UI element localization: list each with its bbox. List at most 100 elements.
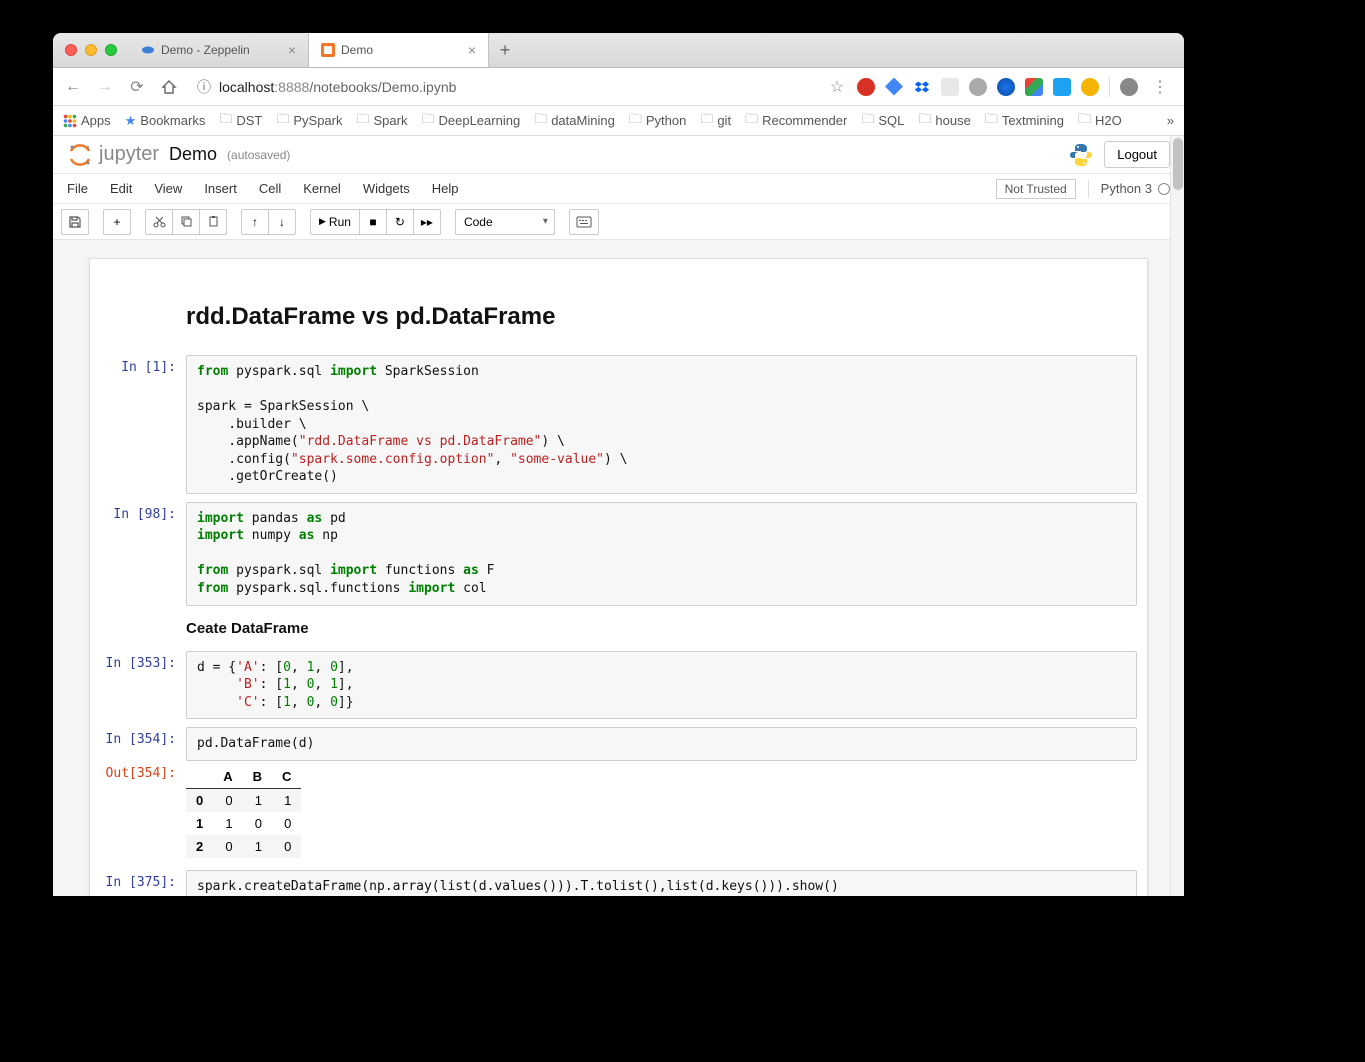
- scrollbar[interactable]: [1170, 136, 1184, 896]
- code-cell[interactable]: In [1]: from pyspark.sql import SparkSes…: [90, 351, 1147, 498]
- menu-edit[interactable]: Edit: [110, 181, 132, 196]
- extension-icon[interactable]: [969, 78, 987, 96]
- extension-icon[interactable]: [941, 78, 959, 96]
- extension-icons: ⋮: [857, 75, 1176, 99]
- extension-icon[interactable]: [997, 78, 1015, 96]
- row-index: 1: [186, 812, 213, 835]
- paste-button[interactable]: [199, 209, 227, 235]
- add-cell-button[interactable]: +: [103, 209, 131, 235]
- cut-button[interactable]: [145, 209, 173, 235]
- menu-widgets[interactable]: Widgets: [363, 181, 410, 196]
- save-button[interactable]: [61, 209, 89, 235]
- notebook-area[interactable]: rdd.DataFrame vs pd.DataFrame In [1]: fr…: [53, 240, 1184, 896]
- code-input[interactable]: d = {'A': [0, 1, 0], 'B': [1, 0, 1], 'C'…: [186, 651, 1137, 720]
- bm-label: house: [935, 113, 970, 128]
- markdown-cell[interactable]: rdd.DataFrame vs pd.DataFrame: [90, 287, 1147, 351]
- bm-sql[interactable]: 🗀SQL: [861, 110, 904, 132]
- jupyter-logo[interactable]: jupyter: [67, 142, 159, 168]
- cell-value: 0: [213, 835, 242, 858]
- code-cell[interactable]: In [375]: spark.createDataFrame(np.array…: [90, 866, 1147, 896]
- markdown-cell[interactable]: Ceate DataFrame: [90, 610, 1147, 647]
- bm-spark[interactable]: 🗀Spark: [357, 110, 408, 132]
- code-input[interactable]: from pyspark.sql import SparkSession spa…: [186, 355, 1137, 494]
- code-input[interactable]: spark.createDataFrame(np.array(list(d.va…: [186, 870, 1137, 896]
- code-input[interactable]: pd.DataFrame(d): [186, 727, 1137, 761]
- code-input[interactable]: import pandas as pd import numpy as np f…: [186, 502, 1137, 606]
- bookmark-star-icon[interactable]: ☆: [825, 75, 849, 99]
- menu-view[interactable]: View: [154, 181, 182, 196]
- maximize-window-button[interactable]: [105, 44, 117, 56]
- site-info-icon[interactable]: ⓘ: [197, 77, 211, 97]
- kernel-indicator[interactable]: Python 3: [1101, 181, 1170, 196]
- bm-python[interactable]: 🗀Python: [629, 110, 687, 132]
- reload-button[interactable]: ⟳: [125, 75, 149, 99]
- browser-tab-zeppelin[interactable]: Demo - Zeppelin ×: [129, 33, 309, 67]
- notebook-title[interactable]: Demo: [169, 144, 217, 165]
- extension-icon[interactable]: [857, 78, 875, 96]
- menu-help[interactable]: Help: [432, 181, 459, 196]
- back-button[interactable]: ←: [61, 75, 85, 99]
- bm-house[interactable]: 🗀house: [918, 110, 970, 132]
- extension-icon[interactable]: [1081, 78, 1099, 96]
- cell-type-select[interactable]: Code: [455, 209, 555, 235]
- menu-cell[interactable]: Cell: [259, 181, 281, 196]
- extension-icon[interactable]: [885, 78, 903, 96]
- bm-textmining[interactable]: 🗀Textmining: [985, 110, 1064, 132]
- close-tab-icon[interactable]: ×: [468, 42, 476, 58]
- new-tab-button[interactable]: +: [489, 33, 521, 67]
- close-tab-icon[interactable]: ×: [288, 42, 296, 58]
- bm-dst[interactable]: 🗀DST: [219, 110, 262, 132]
- move-up-button[interactable]: ↑: [241, 209, 269, 235]
- command-palette-button[interactable]: [569, 209, 599, 235]
- row-index: 2: [186, 835, 213, 858]
- apps-button[interactable]: Apps: [63, 113, 111, 128]
- minimize-window-button[interactable]: [85, 44, 97, 56]
- bm-label: git: [717, 113, 731, 128]
- bm-h2o[interactable]: 🗀H2O: [1078, 110, 1122, 132]
- interrupt-button[interactable]: ■: [359, 209, 387, 235]
- run-button[interactable]: ▶Run: [310, 209, 360, 235]
- logout-button[interactable]: Logout: [1104, 141, 1170, 168]
- close-window-button[interactable]: [65, 44, 77, 56]
- trust-indicator[interactable]: Not Trusted: [996, 179, 1076, 199]
- bm-label: SQL: [878, 113, 904, 128]
- zeppelin-favicon: [141, 43, 155, 57]
- in-prompt: In [353]:: [90, 651, 186, 720]
- output-cell: Out[354]: ABC 0011 1100 2010: [90, 761, 1147, 866]
- forward-button[interactable]: →: [93, 75, 117, 99]
- restart-run-all-button[interactable]: ▸▸: [413, 209, 441, 235]
- heading: rdd.DataFrame vs pd.DataFrame: [186, 295, 1137, 343]
- browser-tab-demo[interactable]: Demo ×: [309, 33, 489, 67]
- cell-value: 0: [213, 788, 242, 812]
- bookmarks-overflow[interactable]: »: [1167, 113, 1174, 128]
- bm-deeplearning[interactable]: 🗀DeepLearning: [421, 110, 520, 132]
- menu-kernel[interactable]: Kernel: [303, 181, 341, 196]
- menu-file[interactable]: File: [67, 181, 88, 196]
- bm-datamining[interactable]: 🗀dataMining: [534, 110, 615, 132]
- code-cell[interactable]: In [354]: pd.DataFrame(d): [90, 723, 1147, 761]
- dropbox-icon[interactable]: [913, 78, 931, 96]
- move-down-button[interactable]: ↓: [268, 209, 296, 235]
- kernel-status-icon: [1158, 183, 1170, 195]
- bm-git[interactable]: 🗀git: [700, 110, 731, 132]
- bm-pyspark[interactable]: 🗀PySpark: [276, 110, 342, 132]
- tab-title: Demo - Zeppelin: [161, 43, 250, 57]
- restart-button[interactable]: ↻: [386, 209, 414, 235]
- home-button[interactable]: [157, 75, 181, 99]
- bm-label: PySpark: [293, 113, 342, 128]
- out-prompt: Out[354]:: [90, 761, 186, 862]
- menu-insert[interactable]: Insert: [204, 181, 237, 196]
- code-cell[interactable]: In [353]: d = {'A': [0, 1, 0], 'B': [1, …: [90, 647, 1147, 724]
- url-input[interactable]: ⓘ localhost:8888/notebooks/Demo.ipynb: [189, 77, 817, 97]
- chrome-menu-icon[interactable]: ⋮: [1148, 75, 1172, 99]
- copy-button[interactable]: [172, 209, 200, 235]
- bookmarks-folder[interactable]: ★Bookmarks: [125, 113, 206, 129]
- separator: [1109, 77, 1110, 97]
- browser-tabs: Demo - Zeppelin × Demo × +: [129, 33, 1172, 67]
- bm-recommender[interactable]: 🗀Recommender: [745, 110, 847, 132]
- code-cell[interactable]: In [98]: import pandas as pd import nump…: [90, 498, 1147, 610]
- profile-avatar[interactable]: [1120, 78, 1138, 96]
- scrollbar-thumb[interactable]: [1173, 138, 1183, 190]
- extension-icon[interactable]: [1025, 78, 1043, 96]
- extension-icon[interactable]: [1053, 78, 1071, 96]
